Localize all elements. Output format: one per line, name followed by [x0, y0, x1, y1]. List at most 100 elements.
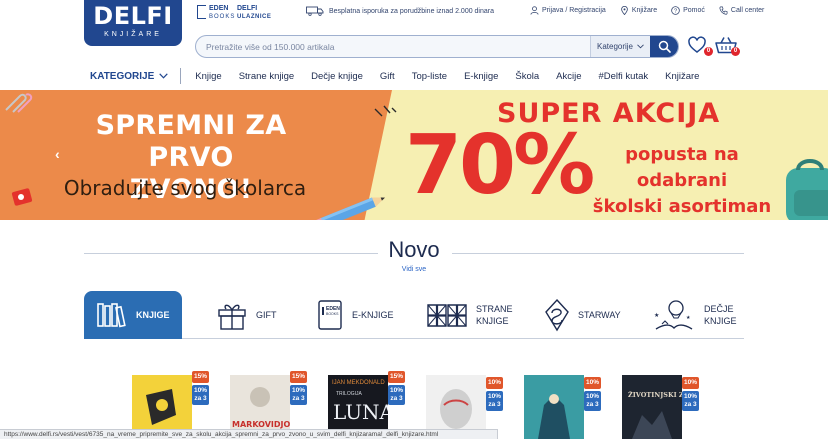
product-card[interactable]: 10% 10% za 3	[524, 375, 601, 439]
extra-discount-note: za 3	[488, 401, 501, 408]
stores-link[interactable]: Knjižare	[620, 6, 657, 15]
user-icon	[530, 6, 539, 15]
tab-strane-line1: STRANE	[476, 304, 513, 314]
browser-status-bar: https://www.delfi.rs/vesti/vest/6735_na_…	[0, 429, 498, 439]
categories-menu[interactable]: KATEGORIJE	[90, 68, 182, 84]
phone-icon	[719, 6, 728, 15]
tab-e-knjige[interactable]: EDEN BOOKS E-KNJIGE	[316, 291, 394, 339]
nav-item-decje-knjige[interactable]: Dečje knjige	[311, 71, 363, 82]
see-all-link[interactable]: Vidi sve	[384, 266, 444, 273]
login-link[interactable]: Prijava / Registracija	[530, 6, 606, 15]
banner-description: popusta na odabrani školski asortiman	[582, 142, 782, 220]
banner-desc-line2: školski asortiman	[592, 196, 772, 217]
discount-badge: 15%	[290, 371, 307, 383]
novo-divider-right	[452, 253, 744, 254]
novo-tabs: KNJIGE GIFT EDEN BOOKS E-KNJIGE STRANE KNJ…	[84, 291, 744, 339]
categories-label: KATEGORIJE	[90, 70, 155, 82]
tab-strane-knjige-label: STRANE KNJIGE	[476, 303, 513, 327]
nav-item-skola[interactable]: Škola	[515, 71, 539, 82]
tab-decje-knjige[interactable]: ★ ★ DEČJE KNJIGE	[652, 291, 737, 339]
wishlist-count: 0	[704, 47, 713, 56]
sharpener-icon	[11, 188, 33, 206]
uk-book-icon	[427, 304, 467, 327]
eden-books-logo[interactable]: EDEN BOOKS	[197, 5, 235, 21]
search-icon	[658, 40, 671, 53]
eden-title: EDEN	[209, 5, 229, 12]
nav-item-gift[interactable]: Gift	[380, 71, 395, 82]
stores-label: Knjižare	[631, 7, 658, 14]
help-label: Pomoć	[683, 7, 705, 14]
search-button[interactable]	[650, 36, 678, 57]
free-shipping-notice: Besplatna isporuka za porudžbine iznad 2…	[306, 6, 494, 16]
tab-starway-label: STARWAY	[578, 310, 621, 320]
nav-item-knjige[interactable]: Knjige	[195, 71, 221, 82]
banner-desc-line1: popusta na odabrani	[625, 144, 739, 191]
search-category-select[interactable]: Kategorije	[590, 36, 650, 57]
gift-icon	[218, 304, 246, 330]
extra-discount-badge: 10% za 3	[290, 385, 307, 405]
discount-badge: 10%	[486, 377, 503, 389]
cart-count: 0	[731, 47, 740, 56]
extra-discount-note: za 3	[292, 395, 305, 402]
discount-badge: 10%	[584, 377, 601, 389]
extra-discount-badge: 10% za 3	[192, 385, 209, 405]
delfi-logo[interactable]: DELFI KNJIŽARE	[84, 0, 182, 46]
discount-badge: 15%	[192, 371, 209, 383]
banner-line1: SPREMNI ZA	[95, 110, 287, 141]
extra-discount-value: 10%	[389, 387, 403, 394]
nav-item-knjizare[interactable]: Knjižare	[665, 71, 699, 82]
cover-title: ŽIVOTINJSKI ZAMAK	[628, 390, 682, 399]
cover-series: TRILOGIJA	[336, 391, 363, 397]
top-links: Prijava / Registracija Knjižare ? Pomoć …	[530, 6, 764, 15]
promo-banner[interactable]: ‹ SPREMNI ZA PRVO ZVONO! Obradujte svog …	[0, 90, 828, 220]
tab-knjige[interactable]: KNJIGE	[84, 291, 182, 339]
kids-icon: ★ ★	[654, 300, 693, 330]
nav-item-delfi-kutak[interactable]: #Delfi kutak	[599, 71, 649, 82]
product-card[interactable]: ŽIVOTINJSKI ZAMAK 10% 10%za 3	[622, 375, 699, 439]
tab-gift-label: GIFT	[256, 310, 277, 320]
eden-sub: BOOKS	[209, 14, 236, 20]
banner-subtitle: Obradujte svog školarca	[63, 176, 307, 200]
tab-gift[interactable]: GIFT	[216, 291, 277, 339]
search-input[interactable]	[196, 36, 590, 57]
nav-item-top-liste[interactable]: Top-liste	[412, 71, 447, 82]
search-bar: Kategorije	[195, 35, 679, 58]
eden-bracket-icon	[197, 5, 206, 19]
nav-item-strane-knjige[interactable]: Strane knjige	[239, 71, 294, 82]
nav-item-akcije[interactable]: Akcije	[556, 71, 581, 82]
login-label: Prijava / Registracija	[542, 7, 606, 14]
novo-divider-left	[84, 253, 378, 254]
logo-main-text: DELFI	[93, 2, 173, 30]
nav-item-e-knjige[interactable]: E-knjige	[464, 71, 498, 82]
tab-decje-knjige-label: DEČJE KNJIGE	[704, 303, 737, 327]
extra-discount-value: 10%	[291, 387, 305, 394]
extra-discount-note: za 3	[194, 395, 207, 402]
truck-icon	[306, 6, 324, 16]
novo-title: Novo	[388, 237, 440, 262]
tab-starway[interactable]: STARWAY	[544, 291, 621, 339]
location-pin-icon	[621, 6, 628, 15]
extra-discount-note: za 3	[586, 401, 599, 408]
banner-prev-arrow[interactable]: ‹	[55, 146, 60, 162]
discount-badge: 15%	[388, 371, 405, 383]
wishlist-button[interactable]: 0	[688, 36, 713, 56]
page: DELFI KNJIŽARE EDEN BOOKS DELFI ULAZNICE…	[0, 0, 828, 439]
cover-title: MARKOVIDJOKOVIĆ	[232, 418, 290, 429]
tab-strane-knjige[interactable]: STRANE KNJIGE	[426, 291, 513, 339]
extra-discount-badge: 10% za 3	[388, 385, 405, 405]
extra-discount-value: 10%	[487, 393, 501, 400]
help-link[interactable]: ? Pomoć	[671, 6, 705, 15]
extra-discount-value: 10%	[683, 393, 697, 400]
cart-button[interactable]: 0	[715, 36, 740, 56]
delfi-ulaznice-logo[interactable]: DELFI ULAZNICE	[237, 5, 271, 21]
main-nav: KATEGORIJE Knjige Strane knjige Dečje kn…	[90, 68, 716, 84]
book-cover	[524, 375, 584, 439]
question-icon: ?	[671, 6, 680, 15]
tab-decje-line1: DEČJE	[704, 304, 734, 314]
svg-text:★: ★	[686, 315, 691, 321]
ebook-icon: EDENBOOKS	[318, 300, 342, 330]
logo-sub-text: KNJIŽARE	[104, 31, 162, 38]
extra-discount-value: 10%	[193, 387, 207, 394]
call-center-link[interactable]: Call center	[719, 6, 764, 15]
ulaz-title: DELFI	[237, 5, 258, 12]
